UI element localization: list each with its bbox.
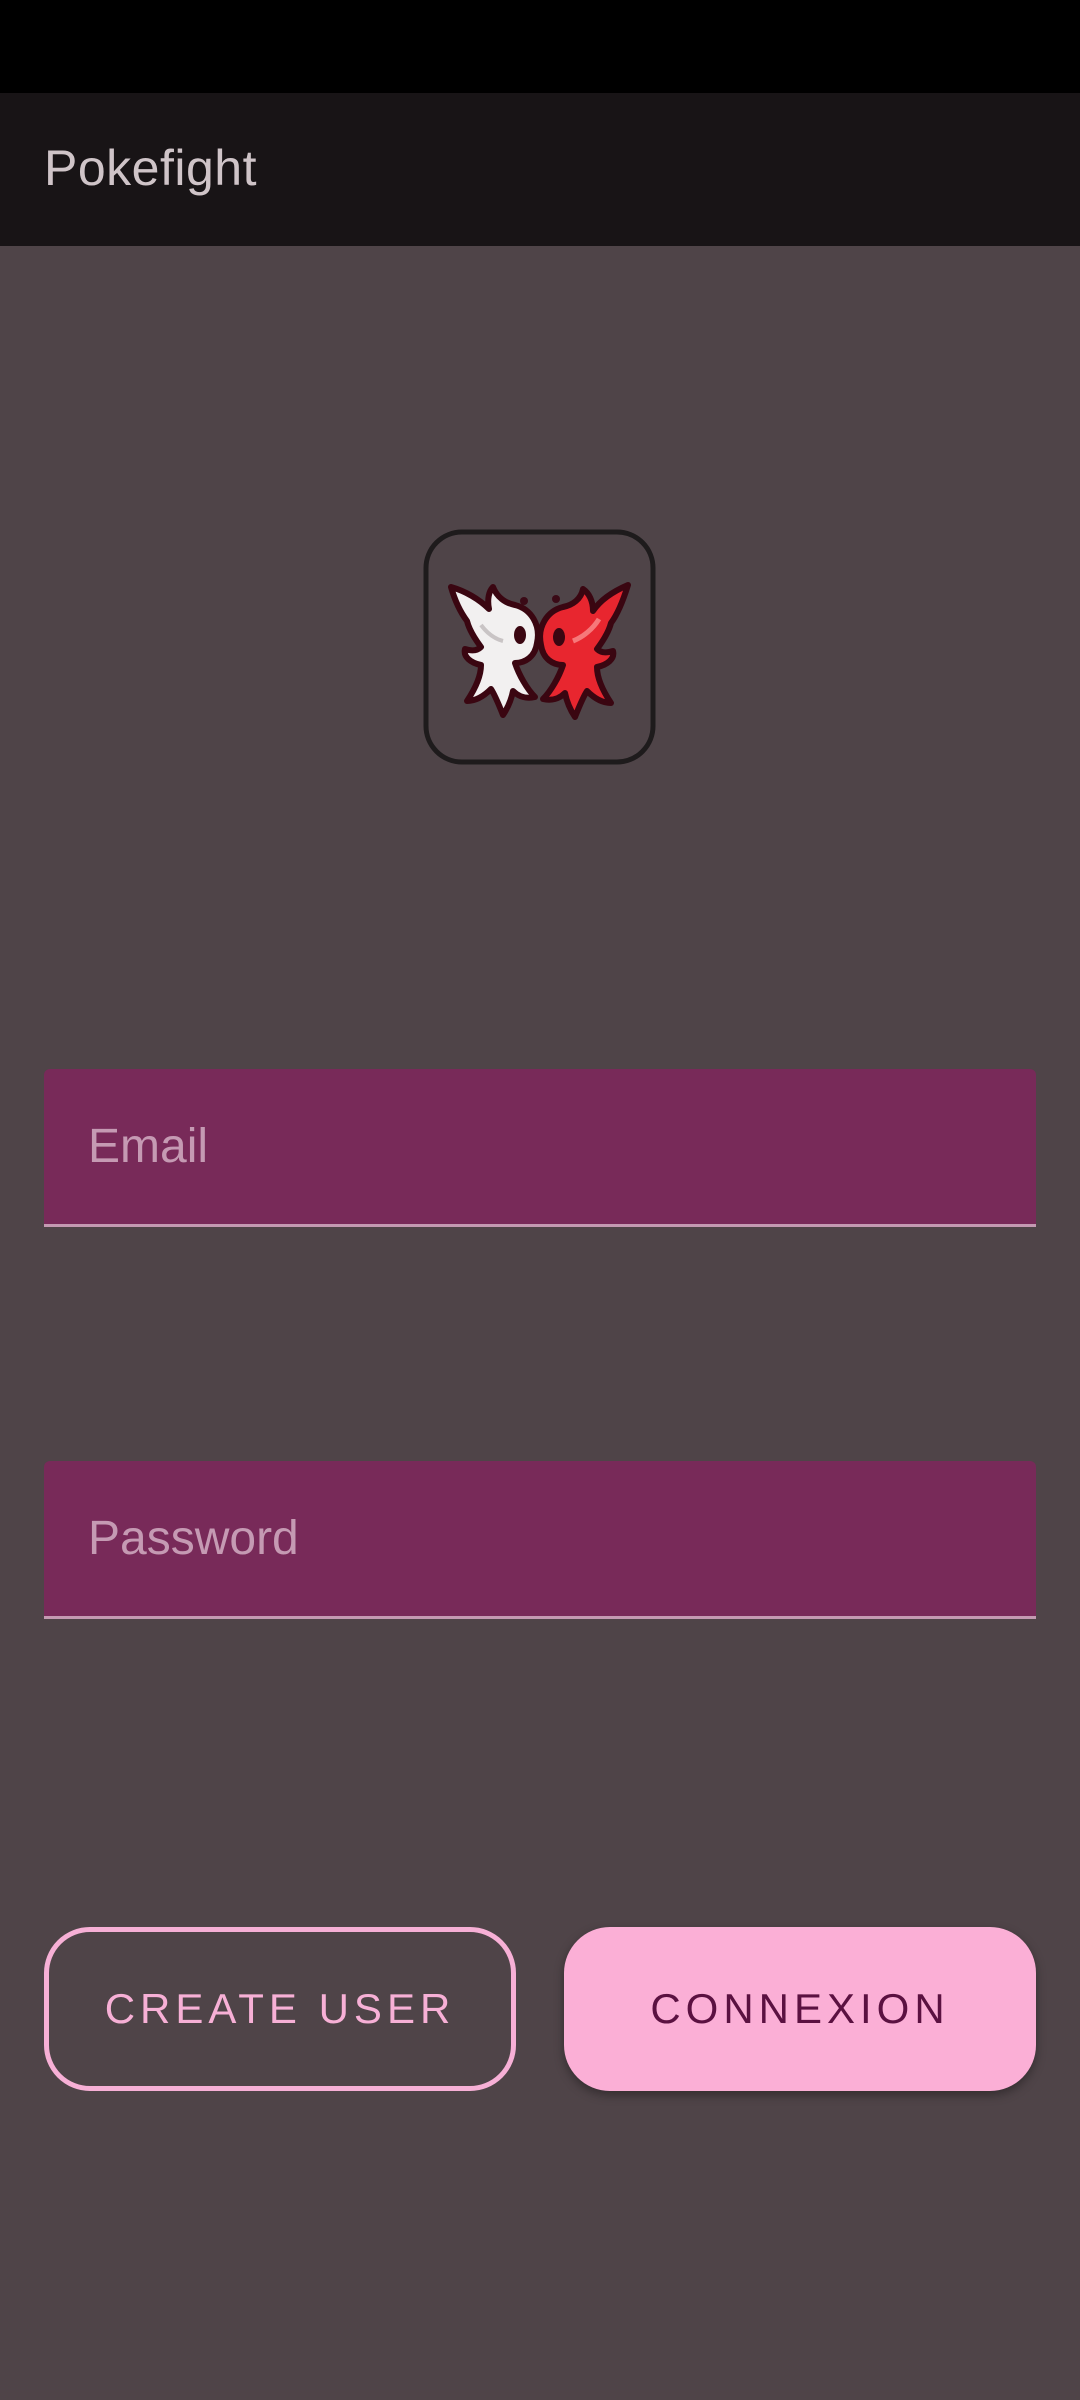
password-input[interactable] (44, 1461, 1036, 1616)
app-bar: Pokefight (0, 93, 1080, 246)
email-input[interactable] (44, 1069, 1036, 1224)
email-field[interactable] (44, 1069, 1036, 1227)
create-user-button[interactable]: CREATE USER (44, 1927, 516, 2091)
app-title: Pokefight (44, 140, 257, 196)
app-logo-icon (423, 529, 656, 765)
connexion-button-label: CONNEXION (650, 1985, 950, 2032)
status-bar (0, 0, 1080, 93)
password-field[interactable] (44, 1461, 1036, 1619)
create-user-button-label: CREATE USER (104, 1985, 456, 2032)
connexion-button[interactable]: CONNEXION (564, 1927, 1036, 2091)
